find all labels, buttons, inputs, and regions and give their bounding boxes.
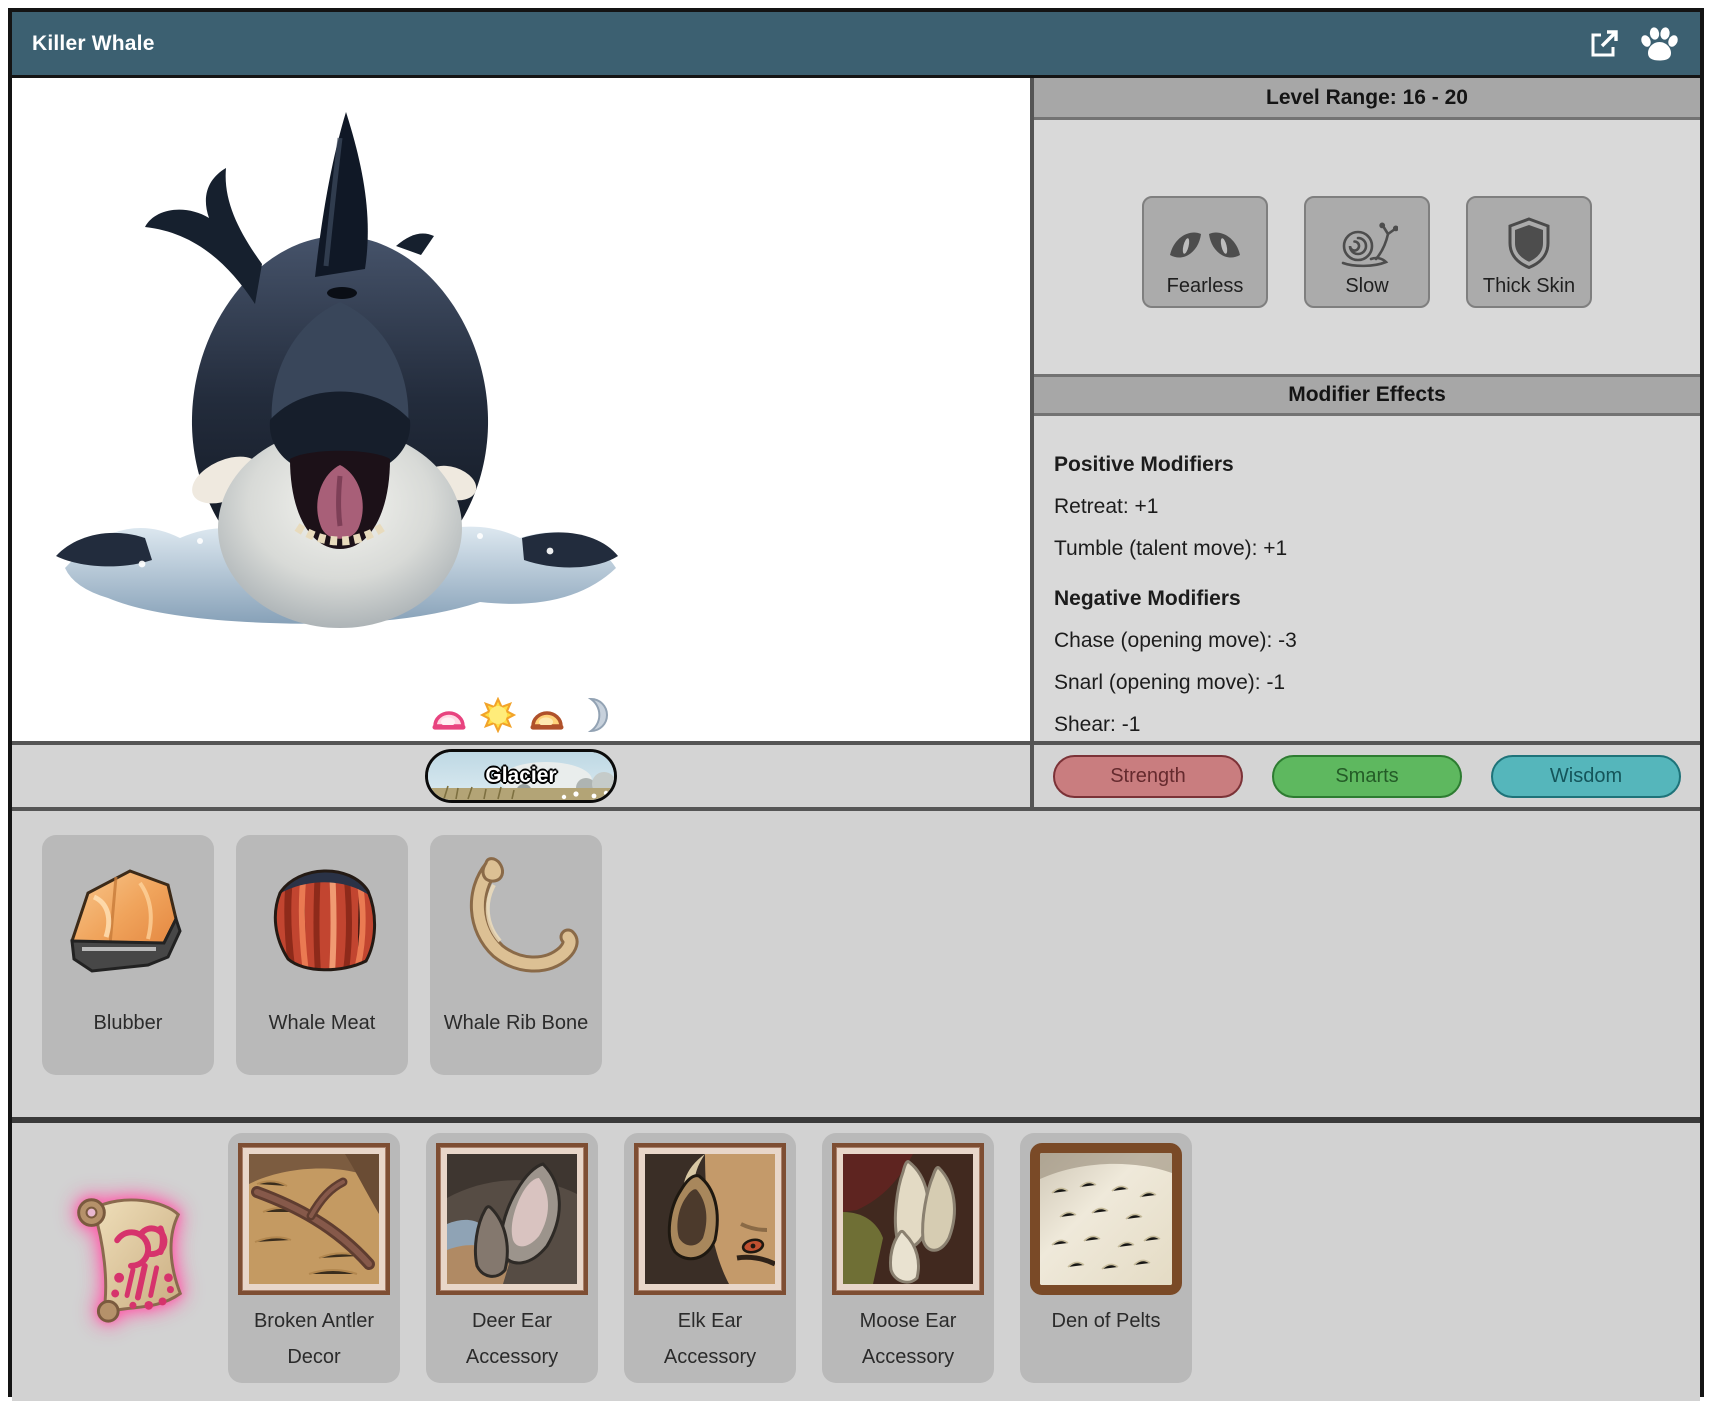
item-label: Whale Rib Bone: [436, 1005, 596, 1041]
recipe-card-moose-ear-accessory[interactable]: Moose Ear Accessory: [822, 1133, 994, 1383]
ability-label: Slow: [1345, 275, 1388, 298]
drop-card-whale-meat[interactable]: Whale Meat: [236, 835, 408, 1075]
biome-strip: Glacier: [12, 745, 1030, 807]
snail-icon: [1336, 221, 1398, 269]
item-label: Elk Ear Accessory: [630, 1303, 790, 1375]
modifier-line: Snarl (opening move): -1: [1054, 662, 1680, 704]
level-range-header: Level Range: 16 - 20: [1034, 78, 1700, 120]
stat-pill-smarts[interactable]: Smarts: [1272, 755, 1462, 798]
broken-antler-image: [249, 1154, 379, 1284]
elk-ear-image: [645, 1154, 775, 1284]
paw-icon: [1638, 25, 1678, 63]
ability-label: Thick Skin: [1483, 275, 1575, 298]
ability-label: Fearless: [1167, 275, 1244, 298]
external-link-button[interactable]: [1582, 22, 1626, 66]
recipes-section: Broken Antler Decor Deer Ear Accessory: [12, 1117, 1700, 1401]
killer-whale-image: [50, 96, 630, 641]
item-frame: [238, 1143, 390, 1295]
enemy-art-panel: [12, 78, 1030, 741]
whale-meat-image: [246, 845, 398, 997]
external-link-icon: [1586, 26, 1622, 62]
drop-card-blubber[interactable]: Blubber: [42, 835, 214, 1075]
whale-rib-bone-image: [440, 845, 592, 997]
page-title: Killer Whale: [32, 32, 155, 56]
ability-tile-fearless: Fearless: [1142, 196, 1268, 308]
blubber-image: [52, 845, 204, 997]
cat-eyes-icon: [1166, 225, 1244, 269]
app-frame: Killer Whale: [8, 8, 1704, 1397]
item-label: Whale Meat: [242, 1005, 402, 1041]
modifier-line: Chase (opening move): -3: [1054, 620, 1680, 662]
recipe-scroll: [54, 1183, 202, 1336]
item-frame: [832, 1143, 984, 1295]
moose-ear-image: [843, 1154, 973, 1284]
main-row: Level Range: 16 - 20 Fearless: [12, 78, 1700, 741]
sunrise-icon: [431, 702, 467, 733]
den-of-pelts-image: [1040, 1153, 1172, 1285]
item-label: Broken Antler Decor: [234, 1303, 394, 1375]
shield-icon: [1506, 217, 1552, 269]
biome-badge-glacier[interactable]: Glacier: [425, 749, 617, 803]
sun-icon: [479, 697, 517, 733]
stat-pill-strength[interactable]: Strength: [1053, 755, 1243, 798]
paw-button[interactable]: [1636, 22, 1680, 66]
item-label: Deer Ear Accessory: [432, 1303, 592, 1375]
stats-strip: Strength Smarts Wisdom: [1030, 745, 1700, 807]
moon-icon: [577, 697, 611, 733]
negative-modifiers-title: Negative Modifiers: [1054, 578, 1680, 620]
modifier-line: Retreat: +1: [1054, 486, 1680, 528]
item-frame: [634, 1143, 786, 1295]
modifier-effects-body: Positive Modifiers Retreat: +1 Tumble (t…: [1034, 416, 1700, 746]
recipe-card-broken-antler-decor[interactable]: Broken Antler Decor: [228, 1133, 400, 1383]
drops-section: Blubber: [12, 807, 1700, 1117]
sunset-icon: [529, 702, 565, 733]
item-label: Den of Pelts: [1026, 1303, 1186, 1339]
enemy-info-panel: Level Range: 16 - 20 Fearless: [1030, 78, 1700, 741]
deer-ear-image: [447, 1154, 577, 1284]
recipe-card-den-of-pelts[interactable]: Den of Pelts: [1020, 1133, 1192, 1383]
item-frame: [1030, 1143, 1182, 1295]
recipe-scroll-icon: [54, 1183, 202, 1331]
time-of-day-row: [431, 697, 611, 733]
biome-stats-strip: Glacier Strength Smarts Wisdom: [12, 741, 1700, 807]
abilities-row: Fearless Slow: [1034, 196, 1700, 308]
modifier-line: Tumble (talent move): +1: [1054, 528, 1680, 570]
recipe-card-deer-ear-accessory[interactable]: Deer Ear Accessory: [426, 1133, 598, 1383]
stat-pill-wisdom[interactable]: Wisdom: [1491, 755, 1681, 798]
modifier-line: Shear: -1: [1054, 704, 1680, 746]
item-label: Moose Ear Accessory: [828, 1303, 988, 1375]
header-bar: Killer Whale: [12, 12, 1700, 78]
biome-label: Glacier: [428, 752, 614, 800]
drop-card-whale-rib-bone[interactable]: Whale Rib Bone: [430, 835, 602, 1075]
modifier-effects-header: Modifier Effects: [1034, 374, 1700, 416]
positive-modifiers-title: Positive Modifiers: [1054, 444, 1680, 486]
ability-tile-thick-skin: Thick Skin: [1466, 196, 1592, 308]
item-label: Blubber: [48, 1005, 208, 1041]
ability-tile-slow: Slow: [1304, 196, 1430, 308]
recipe-card-elk-ear-accessory[interactable]: Elk Ear Accessory: [624, 1133, 796, 1383]
item-frame: [436, 1143, 588, 1295]
